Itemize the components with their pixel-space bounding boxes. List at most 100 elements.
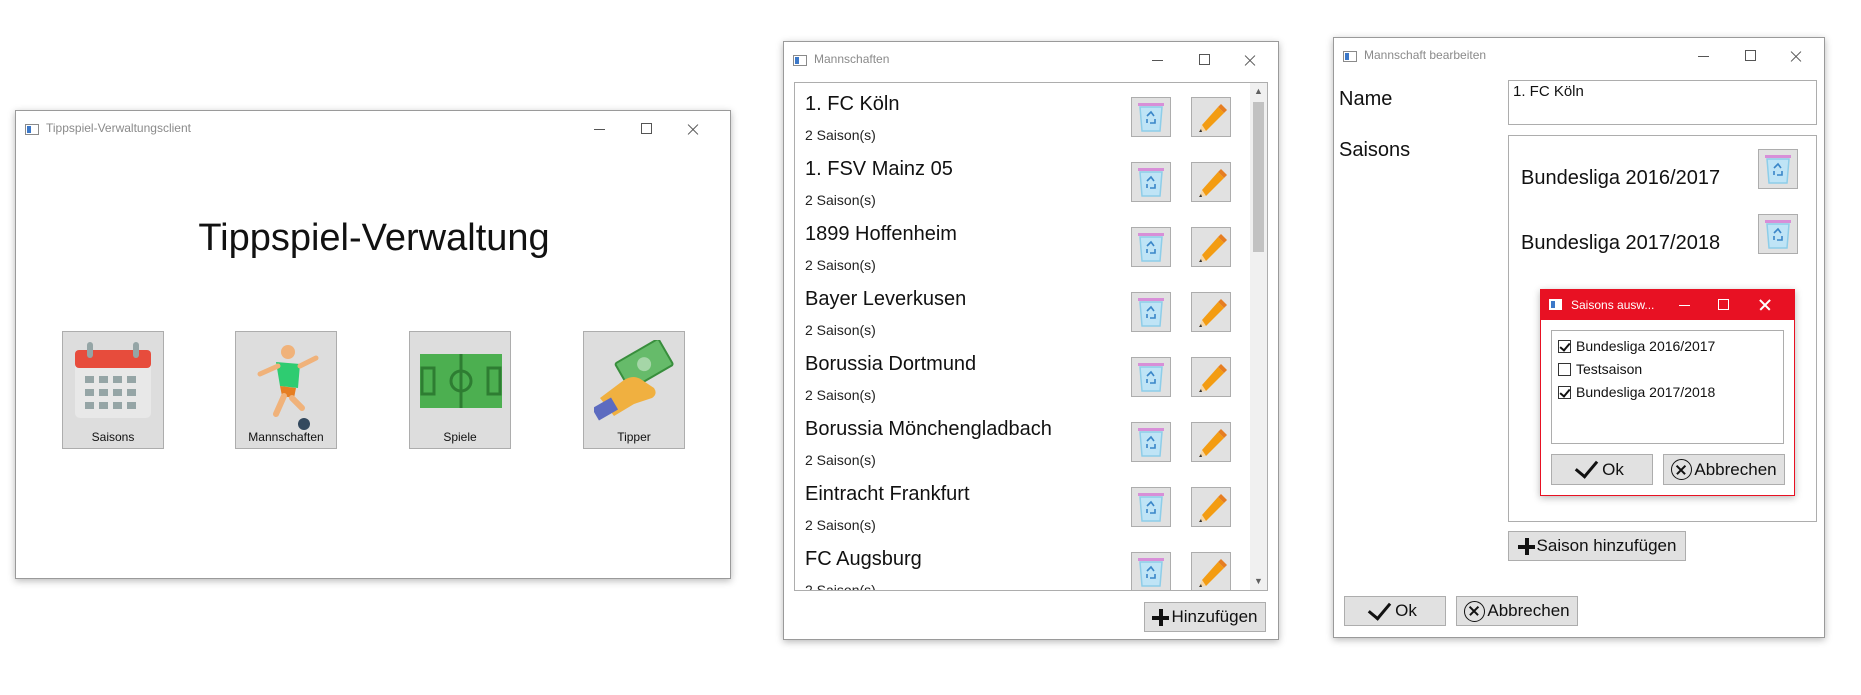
delete-team-button[interactable] [1131, 292, 1171, 332]
team-name: Borussia Dortmund [805, 353, 977, 375]
spiele-tile-button[interactable]: Spiele [409, 331, 511, 449]
edit-team-button[interactable] [1191, 227, 1231, 267]
edit-team-button[interactable] [1191, 357, 1231, 397]
recycle-bin-icon [1765, 220, 1791, 249]
ok-button[interactable]: Ok [1344, 595, 1446, 626]
checkbox-checked[interactable] [1558, 340, 1571, 353]
season-select-dialog: Saisons ausw... Bundesliga 2016/2017 Tes… [1540, 289, 1795, 496]
team-season-count: 2 Saison(s) [805, 452, 876, 468]
delete-team-button[interactable] [1131, 422, 1171, 462]
dialog-titlebar[interactable]: Saisons ausw... [1541, 290, 1794, 320]
edit-team-button[interactable] [1191, 162, 1231, 202]
maximize-button[interactable] [1182, 46, 1226, 74]
edit-team-button[interactable] [1191, 97, 1231, 137]
recycle-bin-icon [1138, 363, 1164, 392]
tipper-tile-button[interactable]: Tipper [583, 331, 685, 449]
edit-team-button[interactable] [1191, 422, 1231, 462]
checkbox-unchecked[interactable] [1558, 363, 1571, 376]
season-option-label: Bundesliga 2016/2017 [1576, 338, 1716, 354]
scroll-up-arrow-icon[interactable]: ▲ [1250, 83, 1267, 100]
maximize-button[interactable] [624, 115, 668, 143]
pencil-icon [1199, 364, 1227, 392]
delete-season-button[interactable] [1758, 149, 1798, 189]
soccer-player-icon [257, 345, 319, 430]
season-option[interactable]: Bundesliga 2016/2017 [1558, 335, 1777, 358]
scrollbar-thumb[interactable] [1253, 102, 1264, 252]
delete-team-button[interactable] [1131, 487, 1171, 527]
season-item: Bundesliga 2017/2018 [1519, 224, 1769, 264]
team-name: 1. FSV Mainz 05 [805, 158, 953, 180]
team-name: Bayer Leverkusen [805, 288, 967, 310]
minimize-button[interactable] [1682, 42, 1726, 70]
recycle-bin-icon [1138, 103, 1164, 132]
scrollbar[interactable]: ▲ ▼ [1250, 83, 1267, 590]
delete-team-button[interactable] [1131, 357, 1171, 397]
main-window-titlebar[interactable]: Tippspiel-Verwaltungsclient [16, 111, 730, 147]
team-season-count: 2 Saison(s) [805, 192, 876, 208]
team-name: 1. FC Köln [805, 93, 900, 115]
delete-team-button[interactable] [1131, 97, 1171, 137]
close-button[interactable] [671, 115, 715, 143]
close-button[interactable] [1774, 42, 1818, 70]
edit-window-titlebar[interactable]: Mannschaft bearbeiten [1334, 38, 1824, 74]
cancel-circle-icon [1671, 459, 1693, 480]
teams-list[interactable]: 1. FC Köln 2 Saison(s) 1. FSV Mainz 05 2 Sa… [794, 82, 1268, 591]
checkbox-checked[interactable] [1558, 386, 1571, 399]
add-team-button[interactable]: Hinzufügen [1144, 602, 1266, 632]
team-name: Eintracht Frankfurt [805, 483, 970, 505]
team-season-count: 2 Saison(s) [805, 127, 876, 143]
teams-window-titlebar[interactable]: Mannschaften [784, 42, 1278, 78]
cancel-button[interactable]: Abbrechen [1456, 596, 1578, 626]
minimize-button[interactable] [1667, 290, 1703, 320]
app-icon [25, 124, 39, 135]
close-button[interactable] [1228, 46, 1272, 74]
add-season-button[interactable]: Saison hinzufügen [1508, 531, 1686, 561]
edit-team-button[interactable] [1191, 292, 1231, 332]
recycle-bin-icon [1765, 155, 1791, 184]
team-season-count: 2 Saison(s) [805, 257, 876, 273]
delete-team-button[interactable] [1131, 552, 1171, 590]
pencil-icon [1199, 494, 1227, 522]
tile-label: Tipper [617, 430, 651, 444]
recycle-bin-icon [1138, 298, 1164, 327]
close-button[interactable] [1745, 290, 1785, 320]
pencil-icon [1199, 104, 1227, 132]
season-option[interactable]: Testsaison [1558, 358, 1777, 381]
recycle-bin-icon [1138, 428, 1164, 457]
mannschaften-tile-button[interactable]: Mannschaften [235, 331, 337, 449]
seasons-label: Saisons [1339, 139, 1411, 161]
delete-season-button[interactable] [1758, 214, 1798, 254]
main-window: Tippspiel-Verwaltungsclient Tippspiel-Ve… [15, 110, 731, 579]
minimize-button[interactable] [578, 115, 622, 143]
season-option-label: Testsaison [1576, 361, 1643, 377]
season-option-label: Bundesliga 2017/2018 [1576, 384, 1716, 400]
saisons-tile-button[interactable]: Saisons [62, 331, 164, 449]
pencil-icon [1199, 234, 1227, 262]
season-option[interactable]: Bundesliga 2017/2018 [1558, 381, 1777, 404]
dialog-ok-button[interactable]: Ok [1551, 454, 1653, 485]
checkmark-icon [1367, 595, 1392, 621]
add-team-label: Hinzufügen [1171, 607, 1258, 626]
delete-team-button[interactable] [1131, 227, 1171, 267]
dialog-cancel-button[interactable]: Abbrechen [1663, 454, 1785, 485]
name-input[interactable]: 1. FC Köln [1508, 80, 1817, 125]
minimize-button[interactable] [1136, 46, 1180, 74]
team-season-count: 2 Saison(s) [805, 387, 876, 403]
season-item: Bundesliga 2016/2017 [1519, 159, 1769, 199]
dialog-title: Saisons ausw... [1571, 298, 1655, 312]
page-title: Tippspiel-Verwaltung [198, 217, 550, 259]
pencil-icon [1199, 169, 1227, 197]
plus-icon [1152, 608, 1170, 626]
edit-team-button[interactable] [1191, 487, 1231, 527]
team-name: Borussia Mönchengladbach [805, 418, 1052, 440]
name-label: Name [1339, 88, 1393, 110]
maximize-button[interactable] [1705, 290, 1741, 320]
recycle-bin-icon [1138, 558, 1164, 587]
edit-team-button[interactable] [1191, 552, 1231, 590]
maximize-button[interactable] [1728, 42, 1772, 70]
delete-team-button[interactable] [1131, 162, 1171, 202]
scroll-down-arrow-icon[interactable]: ▼ [1250, 573, 1267, 590]
season-checkbox-list[interactable]: Bundesliga 2016/2017 Testsaison Bundesli… [1551, 330, 1784, 444]
checkmark-icon [1574, 454, 1599, 479]
team-name: FC Augsburg [805, 548, 922, 570]
